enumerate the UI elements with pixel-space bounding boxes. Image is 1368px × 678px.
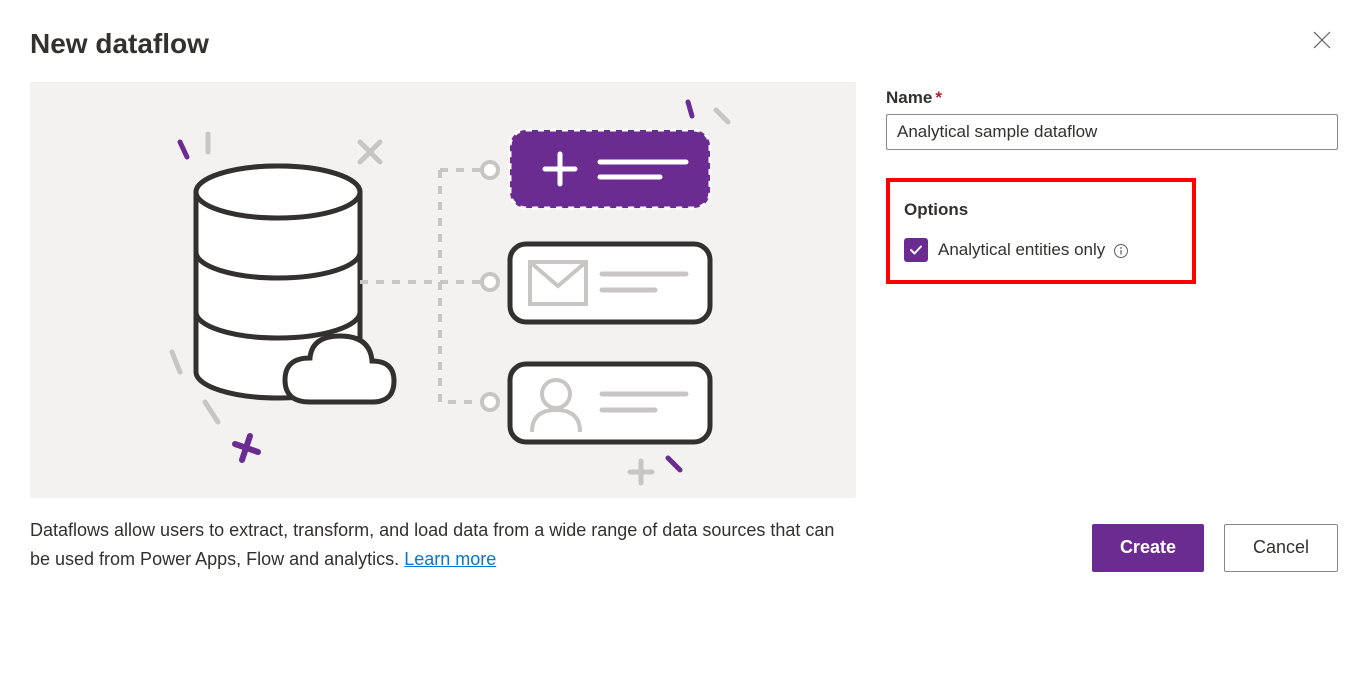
dialog-description: Dataflows allow users to extract, transf…	[30, 516, 856, 574]
checkbox-label-text: Analytical entities only	[938, 240, 1105, 259]
learn-more-link[interactable]: Learn more	[404, 549, 496, 569]
name-field-label: Name*	[886, 88, 1338, 108]
dialog-title: New dataflow	[30, 28, 1338, 60]
analytical-entities-label: Analytical entities only	[938, 240, 1129, 260]
close-button[interactable]	[1310, 28, 1334, 52]
name-label-text: Name	[886, 88, 932, 107]
dataflow-illustration	[30, 82, 856, 498]
analytical-entities-checkbox[interactable]	[904, 238, 928, 262]
checkmark-icon	[908, 242, 924, 258]
options-section-highlight: Options Analytical entities only	[886, 178, 1196, 284]
options-heading: Options	[904, 200, 1178, 220]
close-icon	[1313, 31, 1331, 49]
info-icon[interactable]	[1113, 243, 1129, 259]
required-asterisk: *	[935, 88, 942, 107]
cancel-button[interactable]: Cancel	[1224, 524, 1338, 572]
name-input[interactable]	[886, 114, 1338, 150]
create-button[interactable]: Create	[1092, 524, 1204, 572]
